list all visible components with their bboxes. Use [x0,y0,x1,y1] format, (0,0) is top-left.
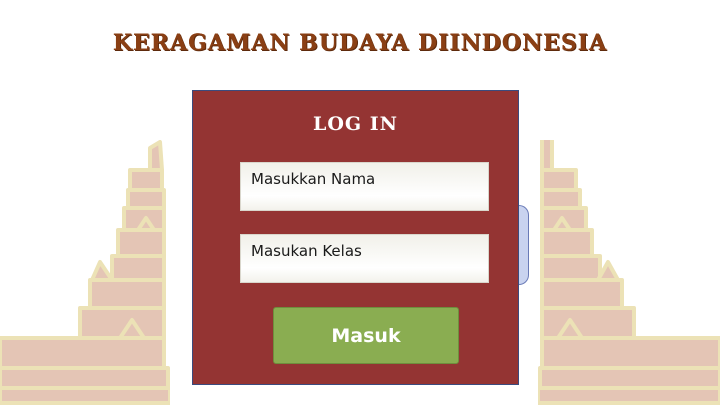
masuk-button[interactable]: Masuk [273,307,459,364]
page-title: KERAGAMAN BUDAYA DIINDONESIA [112,30,608,56]
gate-right-illustration [538,140,720,405]
login-heading: LOG IN [312,113,398,135]
name-field[interactable]: Masukkan Nama [240,162,489,211]
class-field[interactable]: Masukan Kelas [240,234,489,283]
gate-left-illustration [0,140,170,405]
login-panel: LOG IN Masukkan Nama Masukan Kelas Masuk [192,90,519,385]
